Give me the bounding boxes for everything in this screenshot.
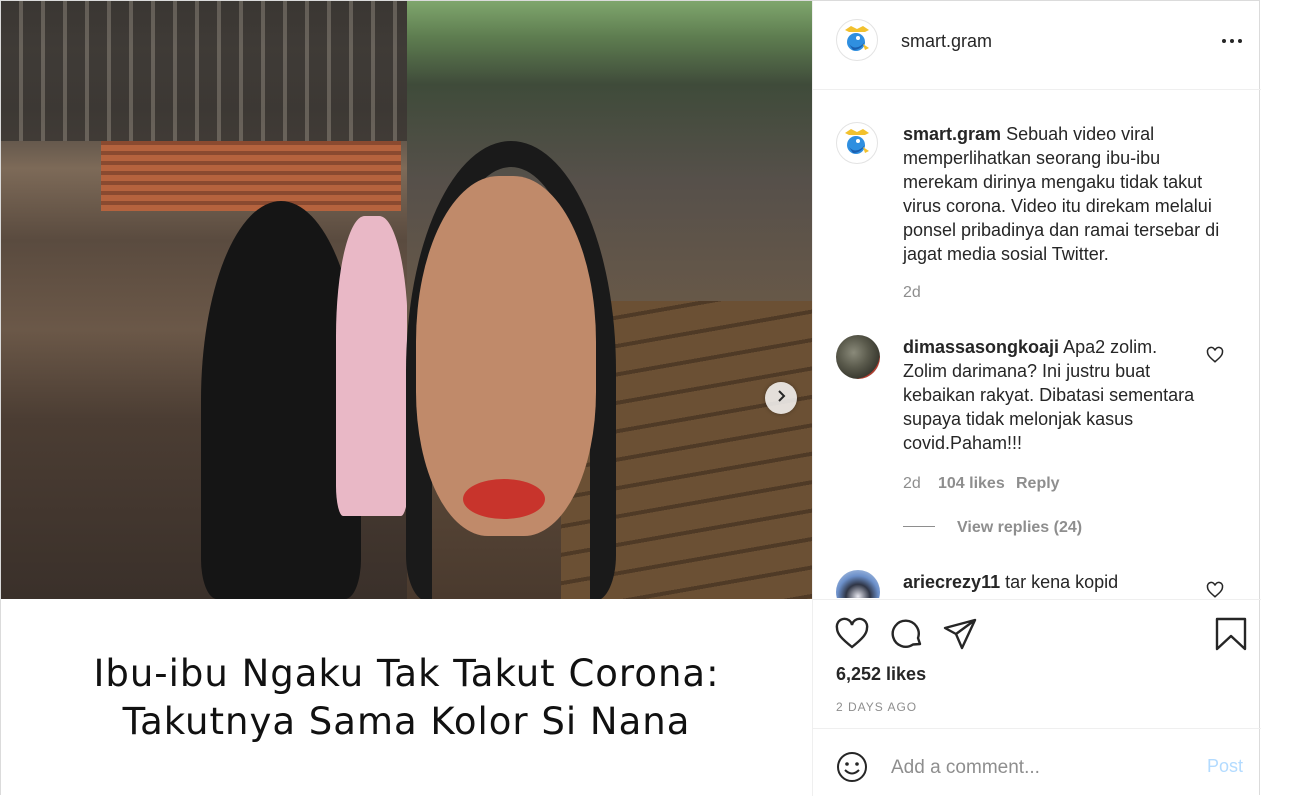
post-actions: 6,252 likes 2 DAYS AGO bbox=[813, 599, 1261, 729]
comment-username[interactable]: ariecrezy11 bbox=[903, 572, 1000, 592]
comment-time[interactable]: 2d bbox=[903, 475, 921, 493]
comment-likes[interactable]: 104 likes bbox=[938, 475, 1005, 493]
more-options-button[interactable] bbox=[1217, 29, 1247, 53]
heart-icon bbox=[835, 617, 869, 649]
chevron-right-icon bbox=[775, 389, 787, 407]
comment-text: dimassasongkoaji Apa2 zolim. Zolim darim… bbox=[903, 335, 1195, 455]
media-caption-overlay: Ibu-ibu Ngaku Tak Takut Corona: Takutnya… bbox=[1, 599, 812, 796]
emoji-button[interactable] bbox=[836, 751, 868, 783]
comment-username[interactable]: dimassasongkoaji bbox=[903, 337, 1059, 357]
comment-like-button[interactable] bbox=[1206, 581, 1224, 598]
more-horizontal-icon bbox=[1220, 39, 1244, 43]
lips-shape bbox=[463, 479, 545, 519]
likes-count[interactable]: 6,252 likes bbox=[836, 664, 926, 685]
caption-body: Sebuah video viral memperlihatkan seoran… bbox=[903, 124, 1220, 264]
add-comment-bar: Post bbox=[813, 728, 1261, 797]
pink-figure-shape bbox=[336, 216, 408, 516]
ceiling-shape bbox=[1, 1, 407, 141]
heart-icon bbox=[1206, 346, 1224, 363]
comment-like-button[interactable] bbox=[1206, 346, 1224, 364]
caption-avatar[interactable] bbox=[836, 122, 878, 164]
instagram-post: Ibu-ibu Ngaku Tak Takut Corona: Takutnya… bbox=[0, 0, 1261, 797]
caption-text: smart.gram Sebuah video viral memperliha… bbox=[903, 122, 1233, 266]
heart-icon bbox=[1206, 581, 1224, 598]
media-caption-line2: Takutnya Sama Kolor Si Nana bbox=[122, 699, 691, 743]
avatar[interactable] bbox=[836, 19, 878, 61]
view-replies-button[interactable]: View replies (24) bbox=[957, 519, 1082, 537]
media-caption-line1: Ibu-ibu Ngaku Tak Takut Corona: bbox=[93, 651, 720, 695]
share-button[interactable] bbox=[942, 616, 978, 652]
comment-input[interactable] bbox=[889, 753, 1193, 783]
post-timestamp[interactable]: 2 DAYS AGO bbox=[836, 700, 917, 714]
post-sidebar: smart.gram smart.gram Sebuah video viral… bbox=[812, 1, 1261, 797]
comment-bubble-icon bbox=[891, 619, 922, 648]
view-replies-divider bbox=[903, 526, 935, 527]
caption-time[interactable]: 2d bbox=[903, 284, 921, 302]
post-comment-button[interactable]: Post bbox=[1207, 756, 1243, 777]
paper-plane-icon bbox=[943, 618, 977, 650]
save-button[interactable] bbox=[1213, 616, 1249, 652]
brand-logo-icon bbox=[845, 129, 869, 154]
smiley-icon bbox=[837, 752, 867, 782]
comment-text: ariecrezy11 tar kena kopid bbox=[903, 570, 1195, 594]
comment-avatar[interactable] bbox=[836, 570, 880, 598]
comment-button[interactable] bbox=[889, 616, 925, 652]
comment-body: tar kena kopid bbox=[1005, 572, 1119, 592]
caption-username[interactable]: smart.gram bbox=[903, 124, 1001, 144]
post-header: smart.gram bbox=[813, 1, 1261, 90]
header-username[interactable]: smart.gram bbox=[901, 31, 992, 52]
next-slide-button[interactable] bbox=[765, 382, 797, 414]
like-button[interactable] bbox=[834, 616, 870, 652]
comment-reply-button[interactable]: Reply bbox=[1016, 475, 1060, 493]
comment-avatar[interactable] bbox=[836, 335, 880, 379]
brand-logo-icon bbox=[845, 26, 869, 51]
post-media[interactable]: Ibu-ibu Ngaku Tak Takut Corona: Takutnya… bbox=[1, 1, 812, 796]
wall-shape bbox=[101, 141, 401, 211]
video-frame-left bbox=[1, 1, 408, 599]
comments-section[interactable]: smart.gram Sebuah video viral memperliha… bbox=[813, 90, 1261, 598]
bookmark-icon bbox=[1215, 617, 1247, 651]
